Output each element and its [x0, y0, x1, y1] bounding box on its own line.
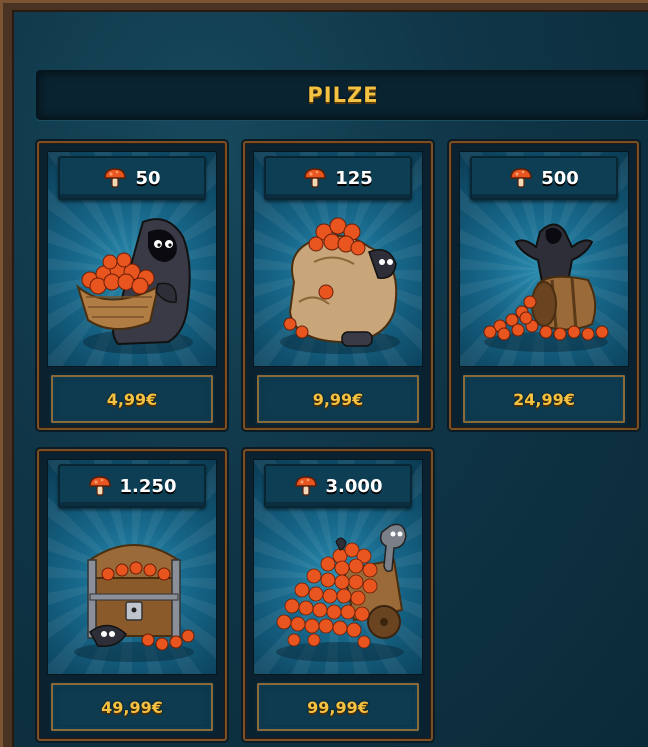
quantity-banner: 3.000	[264, 464, 412, 508]
price-button[interactable]: 99,99€	[255, 681, 421, 733]
mushroom-icon	[294, 476, 317, 496]
price-label: 24,99€	[513, 389, 575, 409]
ghost-with-basket-image	[76, 218, 193, 354]
price-button[interactable]: 9,99€	[255, 373, 421, 425]
quantity-label: 3.000	[325, 475, 383, 497]
package-card-3[interactable]: 500 24,99€	[449, 141, 639, 430]
price-label: 99,99€	[307, 697, 369, 717]
page-title: PILZE	[307, 83, 379, 107]
ghost-with-sack-image	[280, 217, 400, 354]
price-label: 4,99€	[106, 389, 158, 409]
shop-window: PILZE 50 4,99€ 125 9,99€ 500 24,99€ 1.25…	[0, 0, 648, 747]
cart-with-pile-image	[276, 523, 407, 662]
quantity-label: 1.250	[119, 475, 177, 497]
package-art-panel: 125	[253, 151, 423, 367]
package-art-panel: 3.000	[253, 459, 423, 675]
quantity-label: 50	[135, 167, 161, 189]
package-card-2[interactable]: 125 9,99€	[243, 141, 433, 430]
package-card-5[interactable]: 3.000 99,99€	[243, 449, 433, 741]
quantity-banner: 125	[264, 156, 412, 200]
mushroom-icon	[304, 168, 326, 188]
price-button[interactable]: 4,99€	[49, 373, 215, 425]
quantity-banner: 1.250	[58, 464, 206, 508]
quantity-label: 125	[335, 167, 373, 189]
package-art-panel: 1.250	[47, 459, 217, 675]
mushroom-icon	[104, 168, 127, 188]
package-art-panel: 500	[459, 151, 629, 367]
quantity-label: 500	[541, 167, 579, 189]
mushroom-icon	[88, 476, 111, 496]
mushroom-icon	[510, 168, 532, 188]
price-button[interactable]: 24,99€	[461, 373, 627, 425]
price-label: 49,99€	[101, 697, 163, 717]
quantity-banner: 500	[470, 156, 618, 200]
shop-header: PILZE	[36, 70, 648, 120]
treasure-chest-image	[74, 544, 195, 662]
quantity-banner: 50	[58, 156, 206, 200]
ghost-with-barrel-image	[483, 223, 609, 352]
package-art-panel: 50	[47, 151, 217, 367]
price-label: 9,99€	[312, 389, 364, 409]
package-card-1[interactable]: 50 4,99€	[37, 141, 227, 430]
package-card-4[interactable]: 1.250 49,99€	[37, 449, 227, 741]
price-button[interactable]: 49,99€	[49, 681, 215, 733]
